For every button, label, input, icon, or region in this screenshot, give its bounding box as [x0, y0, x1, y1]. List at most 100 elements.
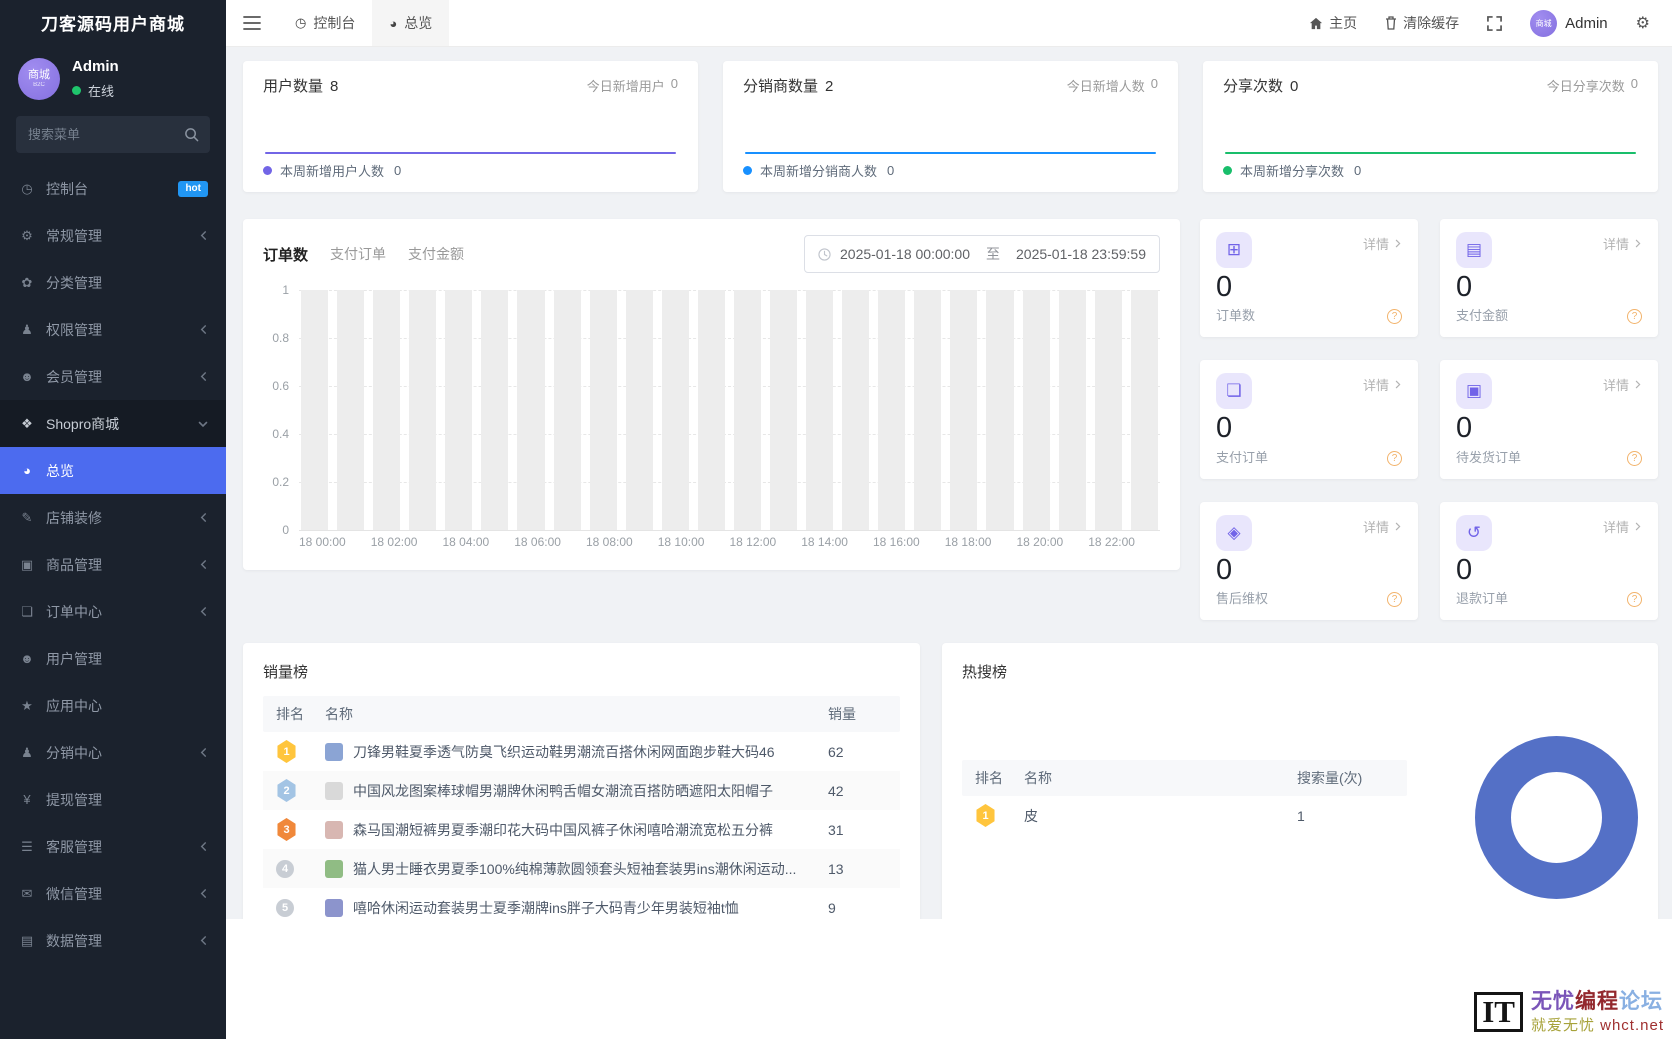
product-name[interactable]: 猫人男士睡衣男夏季100%纯棉薄款圆领套头短袖套装男ins潮休闲运动...: [353, 859, 796, 879]
product-thumbnail: [325, 781, 343, 800]
dashboard-content: 用户数量 8 今日新增用户 0 本周新增用户人数 0 分销商数量 2 今日新增人…: [226, 47, 1672, 964]
chevron-left-icon: [199, 372, 208, 381]
order-bar-chart: 1 0.8 0.6 0.4 0.2 0 18 00:00 18 02:00 18…: [263, 282, 1160, 554]
detail-link[interactable]: 详情: [1363, 234, 1402, 253]
order-bar: [373, 289, 401, 530]
order-bars: [301, 289, 1158, 530]
detail-link[interactable]: 详情: [1363, 375, 1402, 394]
product-name[interactable]: 刀锋男鞋夏季透气防臭飞织运动鞋男潮流百搭休闲网面跑步鞋大码46: [353, 742, 775, 762]
date-end[interactable]: 2025-01-18 23:59:59: [1016, 246, 1146, 262]
order-bar: [409, 289, 437, 530]
topbar-user-button[interactable]: 商城 Admin: [1530, 9, 1608, 37]
table-row[interactable]: 2 中国风龙图案棒球帽男潮牌休闲鸭舌帽女潮流百搭防晒遮阳太阳帽子 42: [263, 771, 900, 811]
summary-card-pay-orders: ❏ 详情 0 支付订单 ?: [1200, 360, 1418, 479]
question-circle-icon[interactable]: ?: [1627, 592, 1642, 608]
hamburger-button[interactable]: [226, 0, 278, 46]
question-circle-icon[interactable]: ?: [1627, 450, 1642, 466]
x-axis-label: 18 14:00: [801, 535, 848, 549]
order-bar: [661, 289, 689, 530]
product-name[interactable]: 嘻哈休闲运动套装男士夏季潮牌ins胖子大码青少年男装短袖t恤: [353, 898, 739, 918]
table-row[interactable]: 1 皮 1: [962, 796, 1407, 835]
settings-button[interactable]: ⚙: [1636, 13, 1650, 33]
sidebar: 刀客源码用户商城 商城 B2C Admin 在线 ◷ 控制台 hot: [0, 0, 226, 1039]
detail-link[interactable]: 详情: [1603, 517, 1642, 536]
order-chart-tabs: 订单数 支付订单 支付金额: [263, 244, 464, 265]
table-row[interactable]: 1 刀锋男鞋夏季透气防臭飞织运动鞋男潮流百搭休闲网面跑步鞋大码46 62: [263, 732, 900, 771]
trash-icon: [1386, 16, 1397, 30]
sidebar-item-general[interactable]: ⚙ 常规管理: [0, 212, 226, 259]
tab-overview[interactable]: ◕ 总览: [372, 0, 450, 46]
fullscreen-button[interactable]: [1487, 15, 1503, 31]
legend-dot-icon: [1223, 166, 1232, 175]
date-start[interactable]: 2025-01-18 00:00:00: [840, 246, 970, 262]
summary-card-order-count: ⊞ 详情 0 订单数 ?: [1200, 219, 1418, 338]
y-axis-label: 1: [282, 282, 289, 297]
sidebar-user-panel[interactable]: 商城 B2C Admin 在线: [0, 48, 226, 112]
sidebar-item-console[interactable]: ◷ 控制台 hot: [0, 165, 226, 212]
summary-card-after-sale: ◈ 详情 0 售后维权 ?: [1200, 501, 1418, 621]
sidebar-item-data[interactable]: ▤ 数据管理: [0, 917, 226, 964]
mail-icon: ✉: [21, 885, 33, 901]
home-icon: [1310, 17, 1323, 29]
product-name[interactable]: 中国风龙图案棒球帽男潮牌休闲鸭舌帽女潮流百搭防晒遮阳太阳帽子: [353, 781, 773, 801]
chevron-right-icon: [1635, 381, 1641, 389]
stat-cards-row: 用户数量 8 今日新增用户 0 本周新增用户人数 0 分销商数量 2 今日新增人…: [243, 61, 1658, 192]
users-icon: ♟: [21, 321, 33, 337]
sidebar-item-order-center[interactable]: ❏ 订单中心: [0, 588, 226, 635]
stat-title: 分享次数 0: [1223, 78, 1299, 95]
order-bar: [481, 289, 509, 530]
date-range-picker[interactable]: 2025-01-18 00:00:00 至 2025-01-18 23:59:5…: [804, 235, 1160, 273]
sidebar-item-shopro[interactable]: ❖ Shopro商城: [0, 400, 226, 447]
sidebar-item-app-center[interactable]: ★ 应用中心: [0, 682, 226, 729]
order-bar: [697, 289, 725, 530]
dashboard-icon: ◷: [21, 180, 33, 196]
question-circle-icon[interactable]: ?: [1387, 592, 1402, 608]
product-name[interactable]: 森马国潮短裤男夏季潮印花大码中国风裤子休闲嘻哈潮流宽松五分裤: [353, 820, 773, 840]
x-axis-label: 18 10:00: [657, 535, 705, 549]
sidebar-item-auth[interactable]: ♟ 权限管理: [0, 306, 226, 353]
table-row[interactable]: 4 猫人男士睡衣男夏季100%纯棉薄款圆领套头短袖套装男ins潮休闲运动... …: [263, 849, 900, 889]
sidebar-item-withdraw[interactable]: ¥ 提现管理: [0, 776, 226, 823]
sidebar-item-goods[interactable]: ▣ 商品管理: [0, 541, 226, 588]
sidebar-item-member[interactable]: ☻ 会员管理: [0, 353, 226, 400]
user-icon: ☻: [20, 651, 34, 666]
search-input[interactable]: [16, 116, 210, 153]
sidebar-item-overview[interactable]: ◕ 总览: [0, 447, 226, 494]
chart-legend: 本周新增用户人数 0: [263, 161, 678, 182]
chevron-left-icon: [199, 607, 208, 616]
sidebar-item-wechat[interactable]: ✉ 微信管理: [0, 870, 226, 917]
detail-link[interactable]: 详情: [1603, 234, 1642, 253]
tab-paid-amount[interactable]: 支付金额: [408, 244, 464, 264]
search-icon[interactable]: [184, 127, 199, 147]
chevron-left-icon: [199, 748, 208, 757]
x-axis-label: 18 00:00: [299, 535, 346, 549]
order-bar: [553, 289, 581, 530]
keyword[interactable]: 皮: [1024, 806, 1038, 826]
detail-link[interactable]: 详情: [1603, 375, 1642, 394]
refund-icon: ↺: [1456, 514, 1492, 551]
table-row[interactable]: 3 森马国潮短裤男夏季潮印花大码中国风裤子休闲嘻哈潮流宽松五分裤 31: [263, 810, 900, 849]
summary-value: 0: [1456, 271, 1473, 303]
clear-cache-button[interactable]: 清除缓存: [1385, 13, 1459, 33]
list-icon: ☰: [21, 838, 33, 854]
chevron-right-icon: [1635, 522, 1641, 530]
home-button[interactable]: 主页: [1309, 13, 1357, 33]
sidebar-item-customer-service[interactable]: ☰ 客服管理: [0, 823, 226, 870]
sparkline: [265, 152, 676, 154]
pie-chart-icon: ◕: [23, 463, 31, 478]
y-axis-label: 0.6: [272, 378, 289, 393]
tab-console[interactable]: ◷ 控制台: [278, 0, 372, 46]
tab-order-count[interactable]: 订单数: [263, 244, 308, 265]
sidebar-item-category[interactable]: ✿ 分类管理: [0, 259, 226, 306]
product-thumbnail: [325, 820, 343, 839]
sidebar-item-decoration[interactable]: ✎ 店铺装修: [0, 494, 226, 541]
stat-today-label: 今日新增用户 0: [586, 76, 678, 94]
sidebar-item-user-mgmt[interactable]: ☻ 用户管理: [0, 635, 226, 682]
tab-paid-orders[interactable]: 支付订单: [330, 244, 386, 264]
order-bar: [517, 289, 545, 530]
sidebar-item-distribution[interactable]: ♟ 分销中心: [0, 729, 226, 776]
question-circle-icon[interactable]: ?: [1387, 450, 1402, 466]
detail-link[interactable]: 详情: [1363, 517, 1402, 536]
goods-icon: ▣: [20, 556, 34, 572]
rank-medal: 2: [277, 779, 296, 803]
